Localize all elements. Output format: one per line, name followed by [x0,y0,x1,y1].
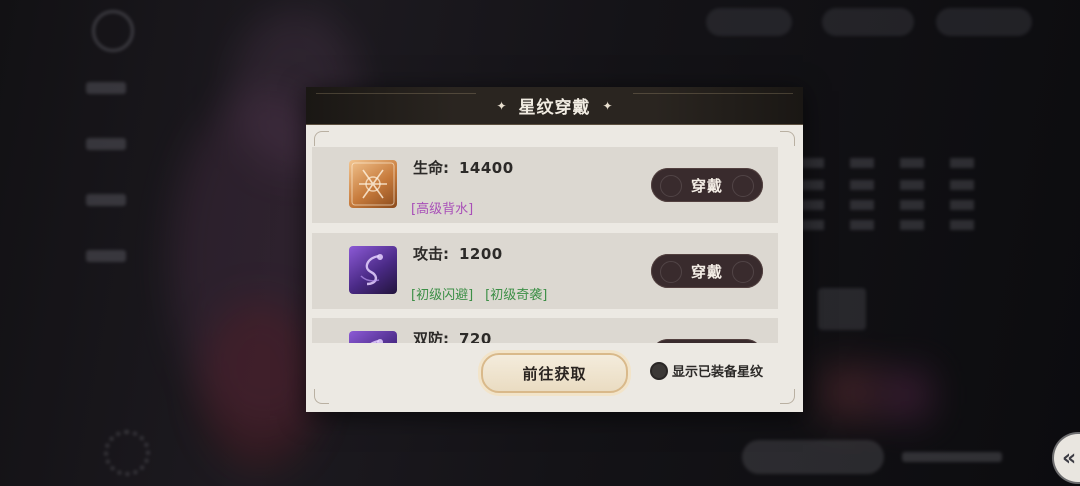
show-equipped-toggle[interactable]: 显示已装备星纹 [650,361,763,380]
equip-button[interactable]: 穿戴 [651,339,763,343]
skill-tag: [初级闪避] [411,288,474,303]
side-menu-item [86,138,126,150]
equip-button[interactable]: 穿戴 [651,168,763,202]
gear-icon [104,430,150,476]
sparkle-icon: ✦ [496,98,507,113]
equip-button-label: 穿戴 [690,177,723,195]
stat-value: 14400 [459,159,514,177]
purple-dragon-emblem-icon [349,331,397,343]
side-menu-item [86,82,126,94]
orange-star-emblem-icon [349,160,397,208]
resource-bar [822,8,914,36]
stat-line: 生命: 14400 [413,157,514,178]
stat-row [800,180,1000,190]
corner-ornament [314,389,329,404]
background-button [742,440,884,474]
equip-button[interactable]: 穿戴 [651,254,763,288]
stat-row [800,220,1000,230]
dialog-header: ✦ 星纹穿戴 ✦ [306,87,803,125]
stat-line: 双防: 720 [413,328,492,343]
sparkle-icon: ✦ [602,98,613,113]
side-menu-item [86,194,126,206]
star-pattern-equip-dialog: ✦ 星纹穿戴 ✦ 生命: 14400 [高级背水] 穿戴 攻击: 1200 [初… [306,87,803,412]
dialog-title-row: ✦ 星纹穿戴 ✦ [306,87,803,124]
stat-value: 1200 [459,245,503,263]
corner-ornament [780,389,795,404]
resource-bar [936,8,1032,36]
equip-button-label: 穿戴 [690,263,723,281]
stat-row [800,158,1000,168]
purple-dragon-emblem-icon [349,246,397,294]
item-thumbnail [820,365,880,420]
side-menu-item [86,250,126,262]
character-weapon-blur [200,300,320,470]
game-screen: ✦ 星纹穿戴 ✦ 生命: 14400 [高级背水] 穿戴 攻击: 1200 [初… [0,0,1080,486]
stat-label: 生命: [413,159,449,177]
back-icon [92,10,134,52]
skill-tag: [初级奇袭] [485,288,548,303]
corner-ornament [780,131,795,146]
list-item: 攻击: 1200 [初级闪避] [初级奇袭] 穿戴 [312,233,778,309]
resource-bar [706,8,792,36]
list-item: 生命: 14400 [高级背水] 穿戴 [312,147,778,223]
star-pattern-list[interactable]: 生命: 14400 [高级背水] 穿戴 攻击: 1200 [初级闪避] [初级奇… [312,147,778,343]
stat-row [800,200,1000,210]
stat-label: 双防: [413,330,449,343]
go-obtain-button[interactable]: 前往获取 [481,353,628,393]
slot-tile [818,288,866,330]
corner-ornament [314,131,329,146]
toggle-radio-icon[interactable] [650,361,668,380]
skill-tags: [高级背水] [411,198,485,217]
stat-line: 攻击: 1200 [413,243,503,264]
skill-tag: [高级背水] [411,202,474,217]
toggle-label: 显示已装备星纹 [672,365,764,380]
skill-tags: [初级闪避] [初级奇袭] [411,284,559,303]
list-item: 双防: 720 穿戴 [312,318,778,343]
dialog-title: 星纹穿戴 [518,98,591,118]
background-text [902,452,1002,462]
stat-value: 720 [459,330,492,343]
item-thumbnail [880,370,930,420]
stat-label: 攻击: [413,245,449,263]
